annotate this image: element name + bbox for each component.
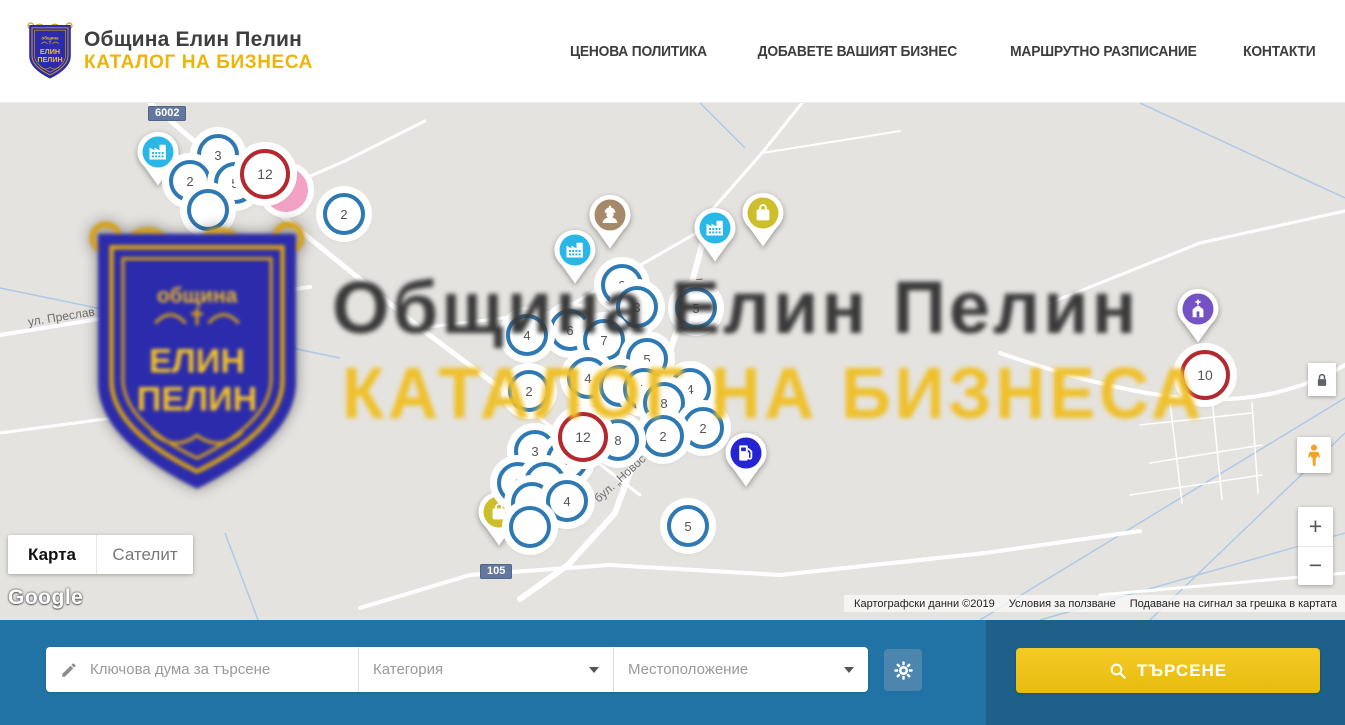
cluster-count: 2	[340, 207, 347, 222]
map-canvas[interactable]: 6002105ул. Преславбул. „Новоселци"	[0, 103, 1345, 620]
search-bar: Категория Местоположение	[0, 620, 1345, 725]
category-select-value: Категория	[373, 661, 443, 678]
nav-item[interactable]: ДОБАВЕТЕ ВАШИЯТ БИЗНЕС	[758, 43, 957, 60]
cluster-count: 8	[660, 396, 667, 411]
cluster-marker[interactable]: 2	[682, 407, 724, 449]
cluster-marker[interactable]	[187, 189, 229, 231]
cluster-marker[interactable]: 12	[240, 149, 290, 199]
nav-item[interactable]: МАРШРУТНО РАЗПИСАНИЕ	[1010, 43, 1197, 60]
svg-text:община: община	[42, 35, 59, 40]
main-nav: ЦЕНОВА ПОЛИТИКА ДОБАВЕТЕ ВАШИЯТ БИЗНЕС МАР…	[564, 43, 1319, 60]
keyword-section	[46, 647, 358, 692]
advanced-settings-button[interactable]	[884, 649, 922, 691]
search-button-label: ТЪРСЕНЕ	[1137, 661, 1227, 681]
municipality-crest-icon: община ЕЛИН ПЕЛИН	[26, 21, 74, 81]
nav-item[interactable]: ЦЕНОВА ПОЛИТИКА	[570, 43, 707, 60]
cluster-count: 6	[566, 323, 573, 338]
cluster-marker[interactable]: 4	[546, 480, 588, 522]
magnifier-icon	[1109, 662, 1127, 680]
cluster-count: 4	[563, 494, 570, 509]
cluster-count: 8	[614, 433, 621, 448]
church-pin[interactable]	[1176, 288, 1220, 349]
bag-pin[interactable]	[741, 192, 785, 253]
cluster-count: 3	[214, 148, 221, 163]
cluster-count: 10	[1197, 367, 1213, 383]
cluster-marker[interactable]: 2	[642, 415, 684, 457]
cluster-count: 5	[643, 352, 650, 367]
chevron-down-icon	[589, 667, 599, 673]
cluster-count: 5	[684, 519, 691, 534]
attribution-link[interactable]: Подаване на сигнал за грешка в картата	[1130, 598, 1337, 610]
site-logo[interactable]: община ЕЛИН ПЕЛИН Община Елин Пелин КАТА…	[26, 21, 313, 81]
cluster-count: 5	[692, 301, 699, 316]
attribution-text: Картографски данни ©2019	[854, 598, 995, 610]
gear-icon	[893, 660, 914, 681]
pegman-icon	[1303, 442, 1325, 468]
keyword-search-input[interactable]	[88, 660, 344, 679]
cluster-marker[interactable]: 4	[506, 314, 548, 356]
google-logo[interactable]: Google	[8, 586, 83, 610]
cluster-marker[interactable]	[509, 506, 551, 548]
road-badge: 6002	[148, 106, 186, 121]
cluster-count: 2	[699, 421, 706, 436]
chevron-down-icon	[844, 667, 854, 673]
cluster-count: 3	[633, 300, 640, 315]
cluster-marker[interactable]: 2	[508, 370, 550, 412]
search-input-group: Категория Местоположение	[46, 647, 868, 692]
cluster-marker[interactable]: 2	[323, 193, 365, 235]
cluster-count: 2	[525, 384, 532, 399]
factory-pin[interactable]	[693, 207, 737, 268]
zoom-control: + −	[1298, 507, 1333, 585]
pegman-button[interactable]	[1297, 437, 1331, 473]
cluster-count: 2	[659, 429, 666, 444]
search-button[interactable]: ТЪРСЕНЕ	[1016, 648, 1320, 693]
cluster-marker[interactable]: 7	[583, 319, 625, 361]
site-title: Община Елин Пелин	[84, 28, 313, 52]
category-select[interactable]: Категория	[358, 647, 613, 692]
lock-button[interactable]	[1308, 363, 1336, 396]
cluster-marker[interactable]: 5	[667, 505, 709, 547]
attribution-link[interactable]: Условия за ползване	[1009, 598, 1116, 610]
cluster-count: 2	[186, 174, 193, 189]
factory-pin[interactable]	[553, 229, 597, 290]
cluster-count: 4	[686, 382, 693, 397]
zoom-in-button[interactable]: +	[1298, 507, 1333, 547]
cluster-marker[interactable]: 3	[616, 286, 658, 328]
cluster-count: 12	[575, 429, 591, 445]
site-header: община ЕЛИН ПЕЛИН Община Елин Пелин КАТА…	[0, 0, 1345, 103]
zoom-out-button[interactable]: −	[1298, 547, 1333, 586]
cluster-marker[interactable]: 12	[558, 412, 608, 462]
location-select[interactable]: Местоположение	[613, 647, 868, 692]
cluster-count: 4	[584, 371, 591, 386]
cluster-count: 4	[523, 328, 530, 343]
location-select-value: Местоположение	[628, 661, 748, 678]
svg-text:ПЕЛИН: ПЕЛИН	[37, 55, 62, 64]
cluster-marker[interactable]: 5	[675, 287, 717, 329]
map-type-control: Карта Сателит	[8, 535, 193, 574]
cluster-count: 5	[231, 176, 238, 191]
map-type-map-button[interactable]: Карта	[8, 535, 96, 574]
cluster-count: 3	[531, 444, 538, 459]
map-attribution: Картографски данни ©2019 Условия за ползв…	[844, 595, 1345, 612]
nav-item[interactable]: КОНТАКТИ	[1244, 43, 1316, 60]
map-type-satellite-button[interactable]: Сателит	[96, 535, 193, 574]
cluster-count: 12	[257, 166, 273, 182]
pencil-icon	[60, 661, 78, 679]
cluster-marker[interactable]: 10	[1180, 350, 1230, 400]
lock-icon	[1312, 370, 1332, 390]
fuel-pin[interactable]	[724, 432, 768, 493]
site-subtitle: КАТАЛОГ НА БИЗНЕСА	[84, 52, 313, 74]
cluster-count: 7	[600, 333, 607, 348]
road-badge: 105	[480, 564, 512, 579]
